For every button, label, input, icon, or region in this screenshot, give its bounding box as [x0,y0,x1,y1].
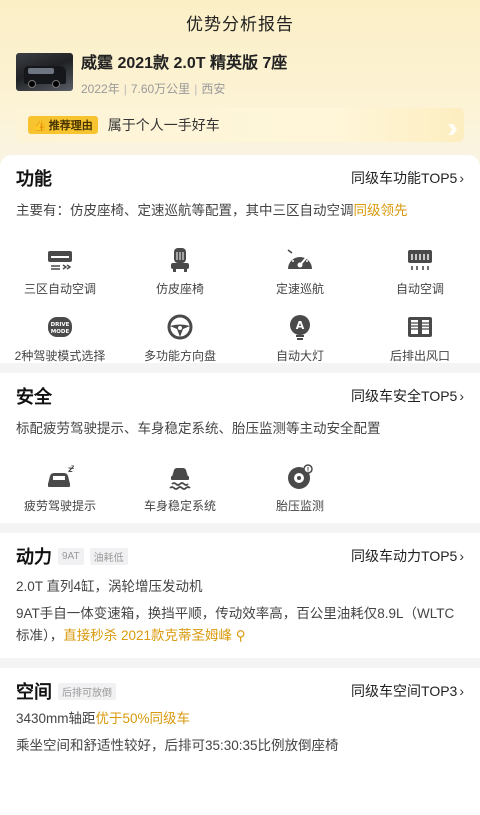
power-compare-link[interactable]: 直接秒杀 2021款克蒂圣姆峰 ⚲ [63,628,245,643]
car-year: 2022年 [81,82,120,96]
safety-description: 标配疲劳驾驶提示、车身稳定系统、胎压监测等主动安全配置 [16,421,381,436]
car-thumbnail [16,53,73,91]
space-top3-link[interactable]: 同级车空间TOP3 › [351,681,464,701]
safety-icon-grid: zz 疲劳驾驶提示 车身稳定系统 ! 胎压监测 [0,463,480,514]
feature-steering-wheel: 多功能方向盘 [120,313,240,364]
power-section: 动力 9AT 油耗低 同级车动力TOP5 › 2.0T 直列4缸，涡轮增压发动机 … [0,533,480,658]
function-section: 功能 同级车功能TOP5 › 主要有：仿皮座椅、定速巡航等配置，其中三区自动空调同… [0,155,480,363]
space-tag: 后排可放倒 [58,682,116,700]
section-title: 安全 [16,387,52,407]
section-title: 动力 [16,547,52,567]
svg-text:A: A [296,319,305,332]
svg-text:MODE: MODE [51,329,70,335]
headlight-icon: A [286,313,314,341]
feature-tire-pressure: ! 胎压监测 [240,463,360,514]
section-divider [0,523,480,533]
feature-cruise: 定速巡航 [240,246,360,297]
svg-text:z: z [71,464,74,471]
section-title: 空间 [16,682,52,702]
function-description: 主要有：仿皮座椅、定速巡航等配置，其中三区自动空调同级领先 [16,203,408,218]
recommend-reason-text: 属于个人一手好车 [107,117,220,133]
recommend-reason-bar: 👍 推荐理由 属于个人一手好车 ›› [16,108,464,142]
car-name: 威霆 2021款 2.0T 精英版 7座 [81,55,288,72]
power-engine-description: 2.0T 直列4缸，涡轮增压发动机 [16,579,203,594]
feature-leather-seat: 仿皮座椅 [120,246,240,297]
decorative-chevrons-icon: ›› [447,112,457,142]
function-top5-link[interactable]: 同级车功能TOP5 › [351,168,464,188]
section-divider [0,658,480,668]
power-tag: 油耗低 [89,547,128,565]
ac-zones-icon [46,246,74,274]
auto-ac-icon [406,246,434,274]
feature-drive-mode: DRIVE MODE 2种驾驶模式选择 [0,313,120,364]
feature-auto-ac: 自动空调 [360,246,480,297]
car-meta: 2022年 | 7.60万公里 | 西安 [81,82,226,96]
feature-stability-control: 车身稳定系统 [120,463,240,514]
power-top5-link[interactable]: 同级车动力TOP5 › [351,546,464,566]
car-summary[interactable]: 威霆 2021款 2.0T 精英版 7座 2022年 | 7.60万公里 | 西安 [16,53,287,97]
function-icon-grid: 三区自动空调 仿皮座椅 定速巡航 自动空调 DRIVE MODE 2种驾驶模式选择 [0,246,480,364]
stability-icon [166,463,194,491]
steering-wheel-icon [166,313,194,341]
car-city: 西安 [201,82,226,96]
thumbs-up-icon: 👍 [33,119,47,132]
space-comfort-description: 乘坐空间和舒适性较好，后排可35:30:35比例放倒座椅 [16,738,339,753]
power-transmission-description: 9AT手自一体变速箱，换挡平顺，传动效率高，百公里油耗仅8.9L（WLTC标准）… [16,606,455,643]
svg-text:DRIVE: DRIVE [51,322,70,328]
safety-section: 安全 同级车安全TOP5 › 标配疲劳驾驶提示、车身稳定系统、胎压监测等主动安全配… [0,373,480,523]
search-icon: ⚲ [232,628,246,643]
space-section: 空间 后排可放倒 同级车空间TOP3 › 3430mm轴距优于50%同级车 乘坐空… [0,668,480,815]
feature-ac-zones: 三区自动空调 [0,246,120,297]
section-divider [0,363,480,373]
seat-icon [166,246,194,274]
fatigue-icon: zz [46,463,74,491]
section-title: 功能 [16,169,52,189]
feature-fatigue-warning: zz 疲劳驾驶提示 [23,463,96,513]
feature-auto-headlight: A 自动大灯 [240,313,360,364]
recommend-reason-tag: 👍 推荐理由 [28,116,98,134]
svg-text:!: ! [307,467,310,474]
car-mileage: 7.60万公里 [130,82,191,96]
drive-mode-icon: DRIVE MODE [46,313,74,341]
feature-rear-vent: 后排出风口 [360,313,480,364]
cruise-icon [286,246,314,274]
safety-top5-link[interactable]: 同级车安全TOP5 › [351,386,464,406]
page-title: 优势分析报告 [186,15,294,34]
power-tag: 9AT [58,547,84,565]
tire-pressure-icon: ! [286,463,314,491]
space-wheelbase-description: 3430mm轴距优于50%同级车 [16,711,191,726]
rear-vent-icon [406,313,434,341]
